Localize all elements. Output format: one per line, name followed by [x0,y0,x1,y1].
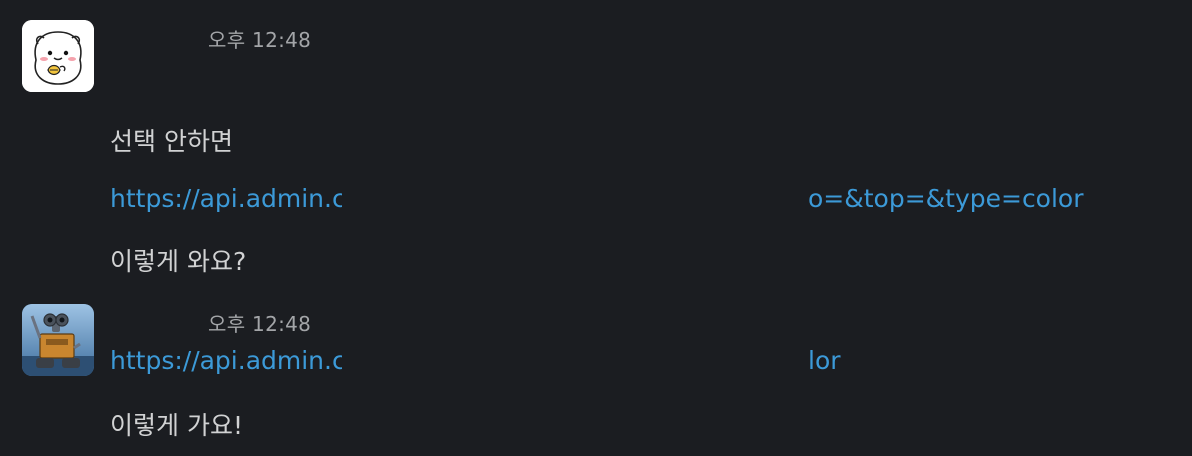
bear-character-icon [22,20,94,92]
message-link[interactable]: https://api.admin.c lor [110,346,1110,382]
user-avatar-2[interactable] [22,304,94,376]
robot-character-icon [22,304,94,376]
message-link[interactable]: https://api.admin.c o=&top=&type=color [110,184,1110,220]
link-text-start[interactable]: https://api.admin.c [110,184,346,213]
message-timestamp[interactable]: 오후 12:48 [208,308,311,337]
redacted-region [342,346,806,382]
message-timestamp[interactable]: 오후 12:48 [208,24,311,53]
message-text: 선택 안하면 [110,127,233,156]
redacted-region [342,184,806,220]
message-text: 이렇게 와요? [110,247,247,276]
user-avatar-1[interactable] [22,20,94,92]
link-text-end[interactable]: lor [808,346,841,375]
link-text-start[interactable]: https://api.admin.c [110,346,346,375]
link-text-end[interactable]: o=&top=&type=color [808,184,1084,213]
message-text: 이렇게 가요! [110,411,243,440]
